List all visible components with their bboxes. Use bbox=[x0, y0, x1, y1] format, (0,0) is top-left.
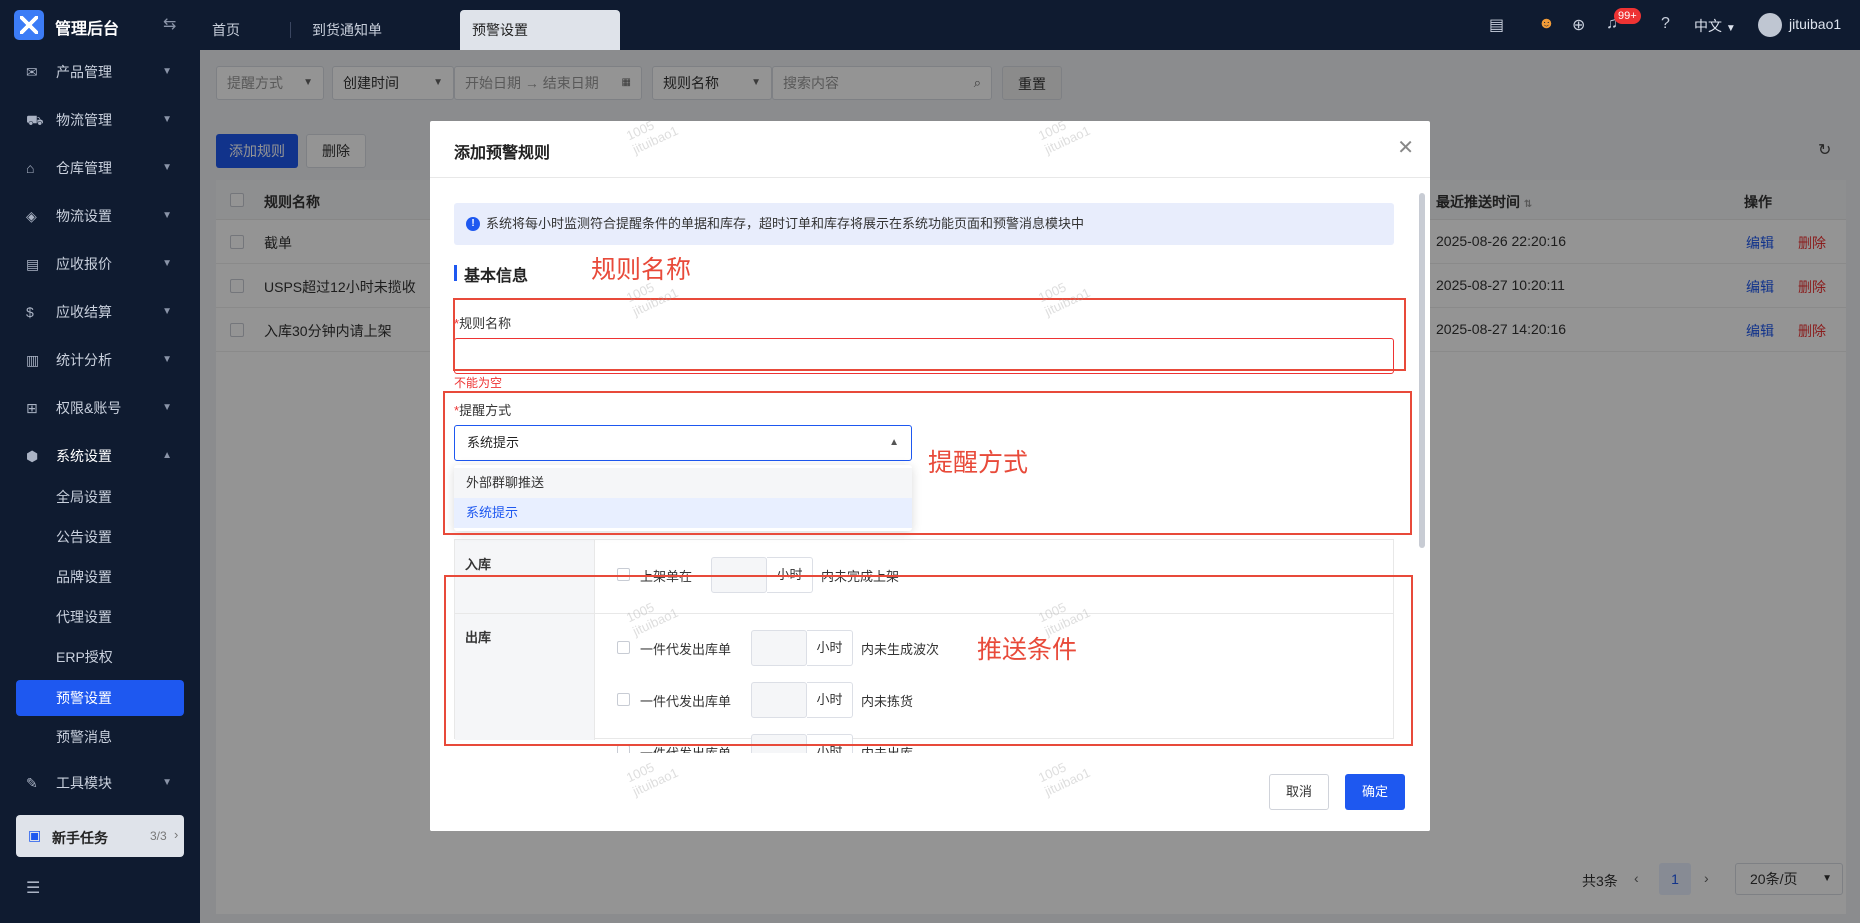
info-banner: ! 系统将每小时监测符合提醒条件的单据和库存，超时订单和库存将展示在系统功能页面… bbox=[454, 203, 1394, 245]
chevron-down-icon: ▼ bbox=[1725, 23, 1736, 34]
section-title-basic-info: 基本信息 bbox=[464, 268, 529, 285]
rule-name-error: 不能为空 bbox=[454, 376, 503, 390]
annotation-box-rule-name bbox=[453, 298, 1406, 371]
robot-icon[interactable]: ☻ bbox=[1538, 15, 1555, 33]
dialog-divider bbox=[430, 177, 1430, 178]
tab-separator bbox=[290, 22, 291, 38]
dialog-title: 添加预警规则 bbox=[454, 145, 551, 162]
dialog-footer: 取消 确定 bbox=[430, 753, 1430, 831]
top-bar: 管理后台 ⇆ 首页 到货通知单 预警设置 ▤ ☻ ⊕ ♫ 99+ ? 中文 ▼ … bbox=[0, 0, 1860, 50]
section-accent bbox=[454, 265, 457, 281]
annotation-label-remind-method: 提醒方式 bbox=[928, 449, 1029, 477]
sidebar-overlay bbox=[0, 0, 200, 923]
annotation-label-rule-name: 规则名称 bbox=[591, 256, 692, 284]
print-icon[interactable]: ▤ bbox=[1489, 15, 1504, 35]
dialog-scrollbar[interactable] bbox=[1419, 193, 1425, 548]
annotation-label-push-conditions: 推送条件 bbox=[977, 636, 1078, 664]
tab-arrival-notice[interactable]: 到货通知单 bbox=[312, 10, 382, 50]
language-label: 中文 bbox=[1694, 18, 1722, 34]
avatar[interactable] bbox=[1758, 13, 1782, 37]
language-select[interactable]: 中文 ▼ bbox=[1694, 16, 1736, 36]
help-icon[interactable]: ? bbox=[1661, 15, 1670, 33]
cancel-button[interactable]: 取消 bbox=[1269, 774, 1329, 810]
annotation-box-push-conditions bbox=[444, 575, 1413, 746]
confirm-button[interactable]: 确定 bbox=[1345, 774, 1405, 810]
inbound-label: 入库 bbox=[465, 557, 492, 572]
info-text: 系统将每小时监测符合提醒条件的单据和库存，超时订单和库存将展示在系统功能页面和预… bbox=[486, 216, 1085, 231]
username[interactable]: jituibao1 bbox=[1789, 16, 1841, 32]
notification-badge: 99+ bbox=[1614, 8, 1641, 24]
tab-home[interactable]: 首页 bbox=[212, 10, 240, 50]
download-icon[interactable]: ⊕ bbox=[1572, 15, 1585, 35]
info-icon: ! bbox=[466, 217, 480, 231]
close-icon[interactable]: ✕ bbox=[1397, 135, 1414, 160]
tab-alert-settings[interactable]: 预警设置 bbox=[460, 10, 620, 50]
